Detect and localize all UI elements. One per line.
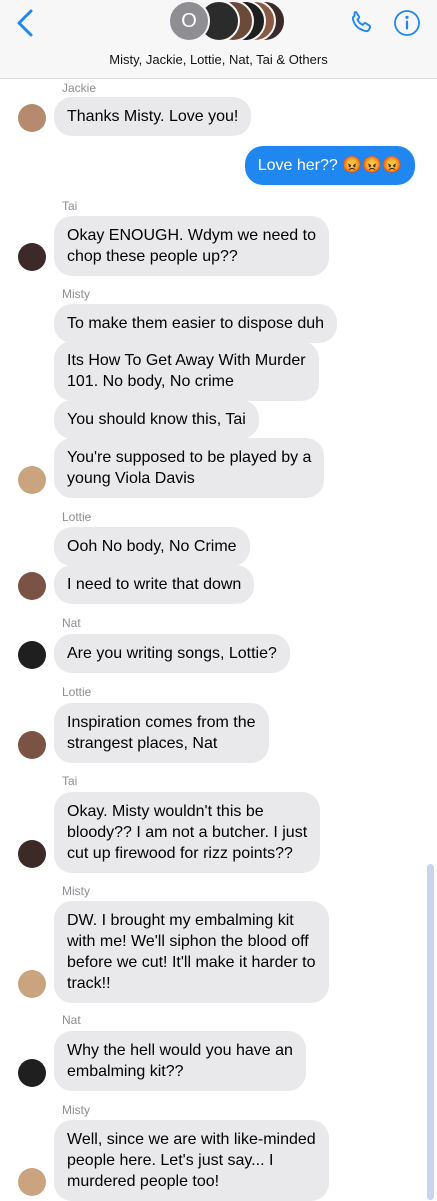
group-avatars[interactable]: O xyxy=(168,0,286,42)
sender-name: Tai xyxy=(62,199,78,213)
sender-name: Tai xyxy=(62,774,78,788)
avatar[interactable] xyxy=(18,1168,46,1196)
sender-name: Lottie xyxy=(62,685,92,699)
sender-name: Jackie xyxy=(62,81,97,95)
chat-header: O Misty, Jackie, Lottie, Nat, Tai & Othe… xyxy=(0,0,437,79)
info-icon[interactable] xyxy=(393,9,421,37)
message-bubble[interactable]: Okay. Misty wouldn't this be bloody?? I a… xyxy=(54,792,321,873)
message-bubble[interactable]: Ooh No body, No Crime xyxy=(54,527,250,566)
avatar[interactable] xyxy=(18,641,46,669)
scrollbar[interactable] xyxy=(427,864,434,1200)
message-list[interactable]: Jackie Thanks Misty. Love you! Love her?… xyxy=(0,79,437,1201)
message-bubble[interactable]: Its How To Get Away With Murder 101. No b… xyxy=(54,341,319,401)
sender-name: Nat xyxy=(62,1013,81,1027)
avatar[interactable] xyxy=(18,840,46,868)
message-bubble[interactable]: Well, since we are with like-minded peopl… xyxy=(54,1120,329,1201)
message-bubble[interactable]: You should know this, Tai xyxy=(54,400,259,439)
sender-name: Nat xyxy=(62,616,81,630)
message-bubble[interactable]: DW. I brought my embalming kit with me! W… xyxy=(54,901,329,1003)
back-chevron-icon[interactable] xyxy=(14,6,38,40)
avatar[interactable] xyxy=(18,572,46,600)
avatar[interactable] xyxy=(18,466,46,494)
avatar[interactable] xyxy=(18,1059,46,1087)
phone-icon[interactable] xyxy=(347,9,375,37)
avatar[interactable] xyxy=(18,104,46,132)
message-bubble[interactable]: To make them easier to dispose duh xyxy=(54,304,338,343)
message-bubble[interactable]: Okay ENOUGH. Wdym we need to chop these p… xyxy=(54,216,329,276)
avatar[interactable] xyxy=(18,731,46,759)
message-bubble[interactable]: Inspiration comes from the strangest plac… xyxy=(54,703,269,763)
message-bubble[interactable]: Thanks Misty. Love you! xyxy=(54,97,252,136)
group-title[interactable]: Misty, Jackie, Lottie, Nat, Tai & Others xyxy=(0,52,437,67)
avatar[interactable] xyxy=(18,970,46,998)
outgoing-message-bubble[interactable]: Love her?? 😡😡😡 xyxy=(244,146,415,185)
message-bubble[interactable]: I need to write that down xyxy=(54,565,255,604)
message-bubble[interactable]: You're supposed to be played by a young V… xyxy=(54,438,325,498)
sender-name: Misty xyxy=(62,884,90,898)
sender-name: Misty xyxy=(62,287,90,301)
group-avatar-initial: O xyxy=(168,0,210,42)
sender-name: Misty xyxy=(62,1103,90,1117)
sender-name: Lottie xyxy=(62,510,92,524)
avatar[interactable] xyxy=(18,243,46,271)
message-bubble[interactable]: Why the hell would you have an embalming … xyxy=(54,1031,306,1091)
message-bubble[interactable]: Are you writing songs, Lottie? xyxy=(54,634,290,673)
